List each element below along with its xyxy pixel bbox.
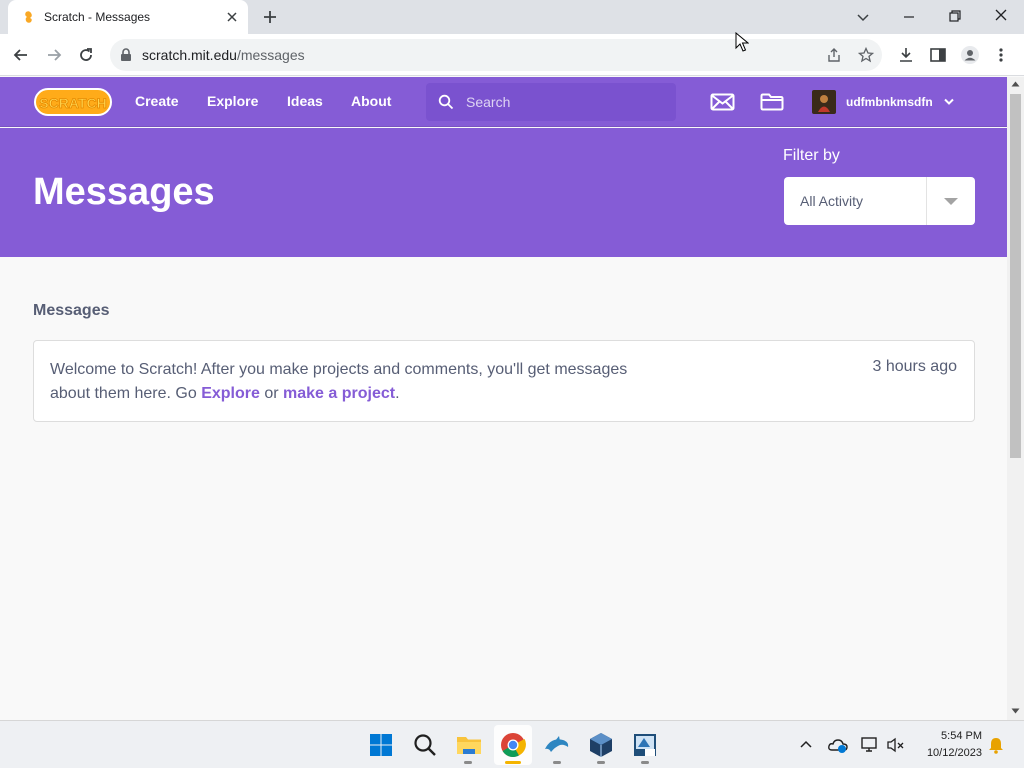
section-title: Messages — [33, 302, 110, 319]
onedrive-icon[interactable] — [828, 736, 848, 754]
messages-header: Messages Filter by All Activity — [0, 128, 1007, 257]
notification-bell-icon[interactable] — [988, 736, 1004, 754]
chrome-running-indicator — [505, 761, 521, 764]
page-title: Messages — [33, 171, 215, 213]
nav-ideas[interactable]: Ideas — [287, 93, 323, 109]
search-icon — [438, 94, 454, 110]
address-bar[interactable]: scratch.mit.edu/messages — [110, 39, 882, 71]
search-input[interactable]: Search — [426, 83, 676, 121]
scrollbar-thumb[interactable] — [1010, 94, 1021, 458]
search-placeholder: Search — [466, 94, 511, 110]
taskbar-clock-date[interactable]: 10/12/2023 — [918, 747, 982, 759]
nav-create[interactable]: Create — [135, 93, 179, 109]
profile-icon[interactable] — [960, 45, 980, 65]
lock-icon[interactable] — [120, 48, 132, 62]
browser-menu-icon[interactable] — [996, 46, 1006, 64]
back-icon[interactable] — [12, 46, 30, 64]
scratch-logo-text: SCRATCH — [39, 95, 106, 111]
message-text-mid: or — [259, 385, 284, 402]
restore-icon[interactable] — [948, 9, 962, 23]
reload-icon[interactable] — [77, 46, 95, 64]
windows-start-icon[interactable] — [367, 731, 395, 759]
activity-filter-select[interactable]: All Activity — [784, 177, 975, 225]
tab-title: Scratch - Messages — [44, 10, 151, 24]
virtualbox-running-indicator — [597, 761, 605, 764]
scroll-up-arrow-icon[interactable] — [1011, 81, 1020, 87]
browser-tab[interactable]: Scratch - Messages — [8, 0, 248, 34]
tab-search-chevron-icon[interactable] — [856, 10, 870, 24]
taskbar-search-icon[interactable] — [411, 731, 439, 759]
dolphin-running-indicator — [553, 761, 561, 764]
scratch-navbar: SCRATCH Create Explore Ideas About Searc… — [0, 77, 1007, 127]
messages-envelope-icon[interactable] — [710, 93, 735, 111]
username[interactable]: udfmbnkmsdfn — [846, 95, 933, 109]
volume-muted-icon[interactable] — [886, 736, 906, 754]
make-a-project-link[interactable]: make a project — [283, 385, 395, 402]
message-item: Welcome to Scratch! After you make proje… — [33, 340, 975, 422]
chrome-icon[interactable] — [499, 731, 527, 759]
explore-link[interactable]: Explore — [201, 385, 260, 402]
user-avatar[interactable] — [812, 90, 836, 114]
scratch-logo[interactable]: SCRATCH — [34, 87, 112, 117]
filter-dropdown-button[interactable] — [926, 177, 975, 225]
share-icon[interactable] — [826, 47, 842, 63]
forward-icon[interactable] — [45, 46, 63, 64]
caret-down-icon — [944, 198, 958, 205]
tray-chevron-up-icon[interactable] — [799, 739, 813, 749]
bookmark-star-icon[interactable] — [858, 47, 874, 63]
remote-desktop-icon[interactable] — [631, 731, 659, 759]
new-tab-icon[interactable] — [262, 9, 278, 25]
download-icon[interactable] — [897, 46, 915, 64]
url-text[interactable]: scratch.mit.edu/messages — [142, 47, 305, 63]
browser-toolbar: scratch.mit.edu/messages — [0, 34, 1024, 76]
filter-label: Filter by — [783, 147, 840, 164]
minimize-icon[interactable] — [902, 10, 916, 24]
remote-desktop-running-indicator — [641, 761, 649, 764]
account-dropdown-chevron-icon[interactable] — [943, 97, 955, 107]
taskbar-clock-time[interactable]: 5:54 PM — [930, 730, 982, 742]
windows-taskbar: 5:54 PM 10/12/2023 — [0, 720, 1024, 768]
message-text: Welcome to Scratch! After you make proje… — [50, 358, 650, 406]
browser-tabstrip: Scratch - Messages — [0, 0, 1024, 34]
filter-selected-value: All Activity — [800, 193, 864, 209]
virtualbox-icon[interactable] — [587, 731, 615, 759]
page-scrollbar[interactable] — [1007, 77, 1024, 720]
mouse-cursor-icon — [735, 32, 749, 52]
network-monitor-icon[interactable] — [860, 736, 880, 754]
my-stuff-folder-icon[interactable] — [760, 93, 784, 111]
file-explorer-running-indicator — [464, 761, 472, 764]
message-text-end: . — [395, 385, 400, 402]
nav-about[interactable]: About — [351, 93, 391, 109]
scroll-down-arrow-icon[interactable] — [1011, 708, 1020, 714]
dolphin-app-icon[interactable] — [543, 731, 571, 759]
scratch-favicon-icon — [25, 11, 32, 23]
close-window-icon[interactable] — [994, 8, 1008, 22]
close-tab-icon[interactable] — [226, 11, 238, 23]
nav-explore[interactable]: Explore — [207, 93, 258, 109]
message-timestamp: 3 hours ago — [872, 358, 957, 375]
file-explorer-icon[interactable] — [455, 731, 483, 759]
side-panel-icon[interactable] — [929, 46, 947, 64]
messages-content: Messages Welcome to Scratch! After you m… — [0, 257, 1007, 720]
